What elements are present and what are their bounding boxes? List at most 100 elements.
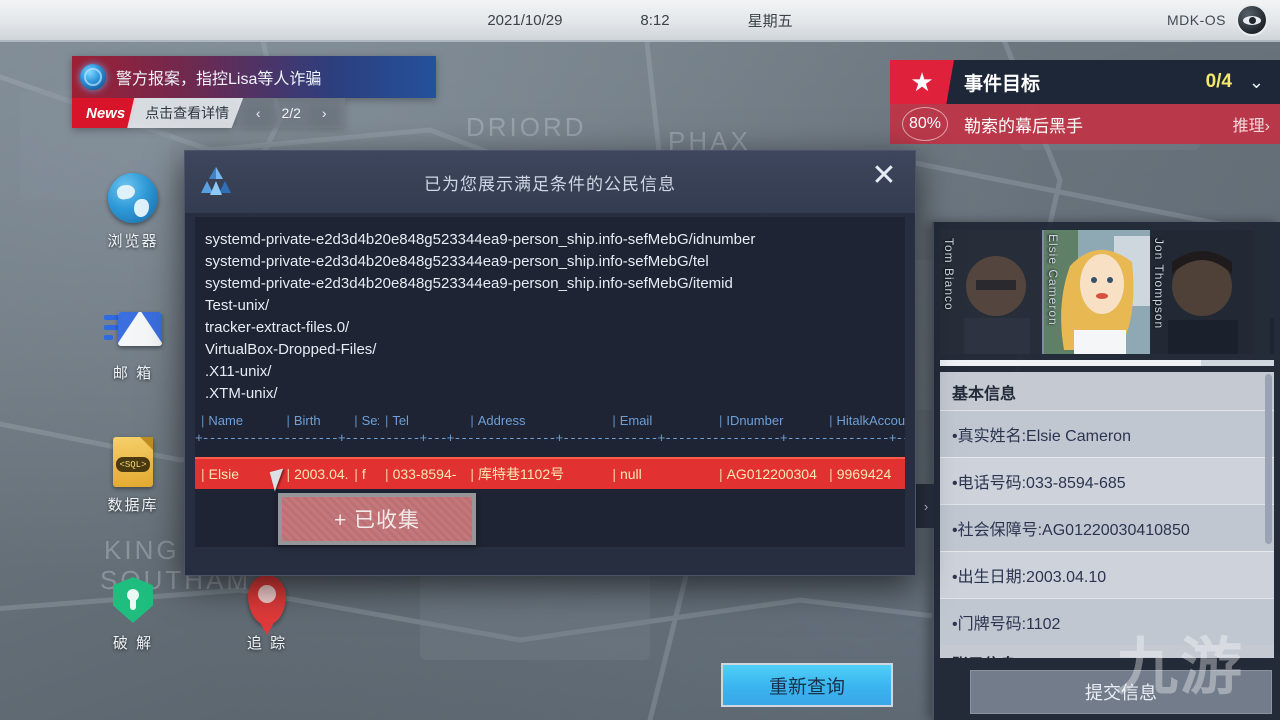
desktop-icon-database[interactable]: <SQL> 数据库 <box>78 434 188 515</box>
terminal-line: tracker-extract-files.0/ <box>205 317 905 339</box>
objective-row[interactable]: 80% 勒索的幕后黑手 推理› <box>890 104 1280 144</box>
news-banner[interactable]: 警方报案，指控Lisa等人诈骗 News 点击查看详情 ‹ 2/2 › <box>72 56 436 128</box>
basic-info-title: 基本信息 <box>940 372 1274 410</box>
objective-count: 0/4 <box>1206 71 1232 93</box>
game-screen: DRIORD PHAX KING SOUTHAM 2021/10/29 8:12… <box>0 0 1280 720</box>
info-field-name: •真实姓名:Elsie Cameron <box>940 410 1274 457</box>
chevron-right-icon[interactable]: › <box>916 484 936 528</box>
desktop-icon-label: 浏览器 <box>78 230 188 251</box>
portrait-card[interactable]: Tom Bianco <box>940 230 1044 354</box>
news-headline: 警方报案，指控Lisa等人诈骗 <box>116 65 321 89</box>
portrait-card-active[interactable]: Elsie Cameron <box>1044 230 1150 354</box>
terminal-line: systemd-private-e2d3d4b20e848g523344ea9-… <box>205 251 905 273</box>
portrait-card[interactable] <box>1254 230 1274 354</box>
system-date: 2021/10/29 <box>487 12 562 29</box>
terminal-line: .X11-unix/ <box>205 361 905 383</box>
table-header-email: Email <box>606 413 713 428</box>
desktop-icon-crack[interactable]: 破 解 <box>78 572 188 653</box>
news-headline-bar: 警方报案，指控Lisa等人诈骗 <box>72 56 436 98</box>
requery-button[interactable]: 重新查询 <box>721 663 893 707</box>
info-field-house: •门牌号码:1102 <box>940 598 1274 645</box>
terminal-line: systemd-private-e2d3d4b20e848g523344ea9-… <box>205 229 905 251</box>
deduce-link[interactable]: 推理› <box>1233 112 1270 136</box>
table-divider: +--------------------+-----------+---+--… <box>195 431 905 445</box>
portrait-scrollbar[interactable] <box>940 360 1274 366</box>
objective-panel: ★ 事件目标 0/4 ⌄ 80% 勒索的幕后黑手 推理› <box>890 60 1280 144</box>
portrait-name: Jon Thompson <box>1152 238 1166 329</box>
star-icon: ★ <box>890 60 954 104</box>
table-row[interactable]: Elsie 2003.04.1 f 033-8594- 库特巷1102号 nul… <box>195 457 905 489</box>
hitalk-logo-icon <box>201 165 231 197</box>
objective-progress: 80% <box>902 107 948 141</box>
shield-key-icon <box>78 572 188 628</box>
desktop-icon-label: 追 踪 <box>212 632 322 653</box>
objective-title: 事件目标 <box>964 69 1040 96</box>
portrait-name: Elsie Cameron <box>1046 234 1060 326</box>
eye-icon[interactable] <box>1236 4 1268 36</box>
news-globe-icon <box>80 64 106 90</box>
desktop-icon-track[interactable]: 追 踪 <box>212 572 322 653</box>
table-header-birth: Birth <box>280 413 348 428</box>
cell-idnumber: AG012200304 <box>713 466 823 482</box>
cell-birth: 2003.04.1 <box>280 466 348 482</box>
portrait-name: Tom Bianco <box>942 238 956 311</box>
news-footer: News 点击查看详情 ‹ 2/2 › <box>72 98 436 128</box>
cell-email: null <box>606 466 713 482</box>
basic-info-list: 基本信息 •真实姓名:Elsie Cameron •电话号码:033-8594-… <box>940 372 1274 658</box>
desktop-icon-label: 数据库 <box>78 494 188 515</box>
system-time: 8:12 <box>640 12 669 29</box>
clock-group: 2021/10/29 8:12 星期五 <box>0 10 1280 31</box>
portrait-card[interactable]: Jon Thompson <box>1150 230 1254 354</box>
news-pager: ‹ 2/2 › <box>237 98 345 128</box>
table-header-hitalkaccount: HitalkAccount <box>823 413 905 428</box>
desktop-icon-mail[interactable]: 邮 箱 <box>78 302 188 383</box>
os-name: MDK-OS <box>1167 12 1226 28</box>
status-bar: 2021/10/29 8:12 星期五 MDK-OS <box>0 0 1280 42</box>
objective-header: ★ 事件目标 0/4 ⌄ <box>890 60 1280 104</box>
info-field-phone: •电话号码:033-8594-685 <box>940 457 1274 504</box>
desktop-icon-label: 破 解 <box>78 632 188 653</box>
close-icon[interactable]: ✕ <box>867 160 901 194</box>
cell-tel: 033-8594- <box>379 466 464 482</box>
info-field-birth: •出生日期:2003.04.10 <box>940 551 1274 598</box>
globe-icon <box>78 170 188 226</box>
chevron-left-icon[interactable]: ‹ <box>245 103 271 123</box>
terminal-line: .XTM-unix/ <box>205 383 905 405</box>
cell-hitalkaccount: 9969424 <box>823 466 905 482</box>
system-weekday: 星期五 <box>748 10 793 31</box>
terminal-line: VirtualBox-Dropped-Files/ <box>205 339 905 361</box>
cell-sex: f <box>348 466 379 482</box>
chevron-down-icon[interactable]: ⌄ <box>1249 72 1264 93</box>
cell-address: 库特巷1102号 <box>464 464 606 484</box>
cell-name: Elsie <box>195 466 280 482</box>
table-header-address: Address <box>464 413 606 428</box>
desktop-icon-browser[interactable]: 浏览器 <box>78 170 188 251</box>
terminal-line: systemd-private-e2d3d4b20e848g523344ea9-… <box>205 273 905 295</box>
info-field-ssn: •社会保障号:AG01220030410850 <box>940 504 1274 551</box>
chevron-right-icon[interactable]: › <box>311 103 337 123</box>
dialog-header: 已为您展示满足条件的公民信息 ✕ <box>185 151 915 213</box>
collected-button-label: + 已收集 <box>282 497 472 541</box>
table-header-row: Name Birth Sex Tel Address Email IDnumbe… <box>195 409 905 431</box>
submit-info-button[interactable]: 提交信息 <box>970 670 1272 714</box>
desktop-icon-label: 邮 箱 <box>78 362 188 383</box>
objective-task: 勒索的幕后黑手 <box>964 112 1083 137</box>
account-info-title: 账目信息 <box>940 645 1274 658</box>
table-header-idnumber: IDnumber <box>713 413 823 428</box>
news-page-count: 2/2 <box>277 105 305 121</box>
terminal-line: Test-unix/ <box>205 295 905 317</box>
table-header-tel: Tel <box>379 413 464 428</box>
news-tag: News <box>72 98 137 128</box>
collected-button[interactable]: + 已收集 <box>278 493 476 545</box>
news-detail-link[interactable]: 点击查看详情 <box>127 98 243 128</box>
mail-icon <box>78 302 188 358</box>
citizen-table: Name Birth Sex Tel Address Email IDnumbe… <box>195 409 905 489</box>
table-header-name: Name <box>195 413 280 428</box>
portrait-strip: Tom Bianco Elsie Cameron <box>940 230 1274 354</box>
table-header-sex: Sex <box>348 413 379 428</box>
citizen-info-panel: › Tom Bianco <box>932 222 1280 720</box>
database-sql-icon: <SQL> <box>78 434 188 490</box>
map-pin-icon <box>212 572 322 628</box>
dialog-title: 已为您展示满足条件的公民信息 <box>424 170 676 195</box>
info-scrollbar[interactable] <box>1265 374 1272 544</box>
